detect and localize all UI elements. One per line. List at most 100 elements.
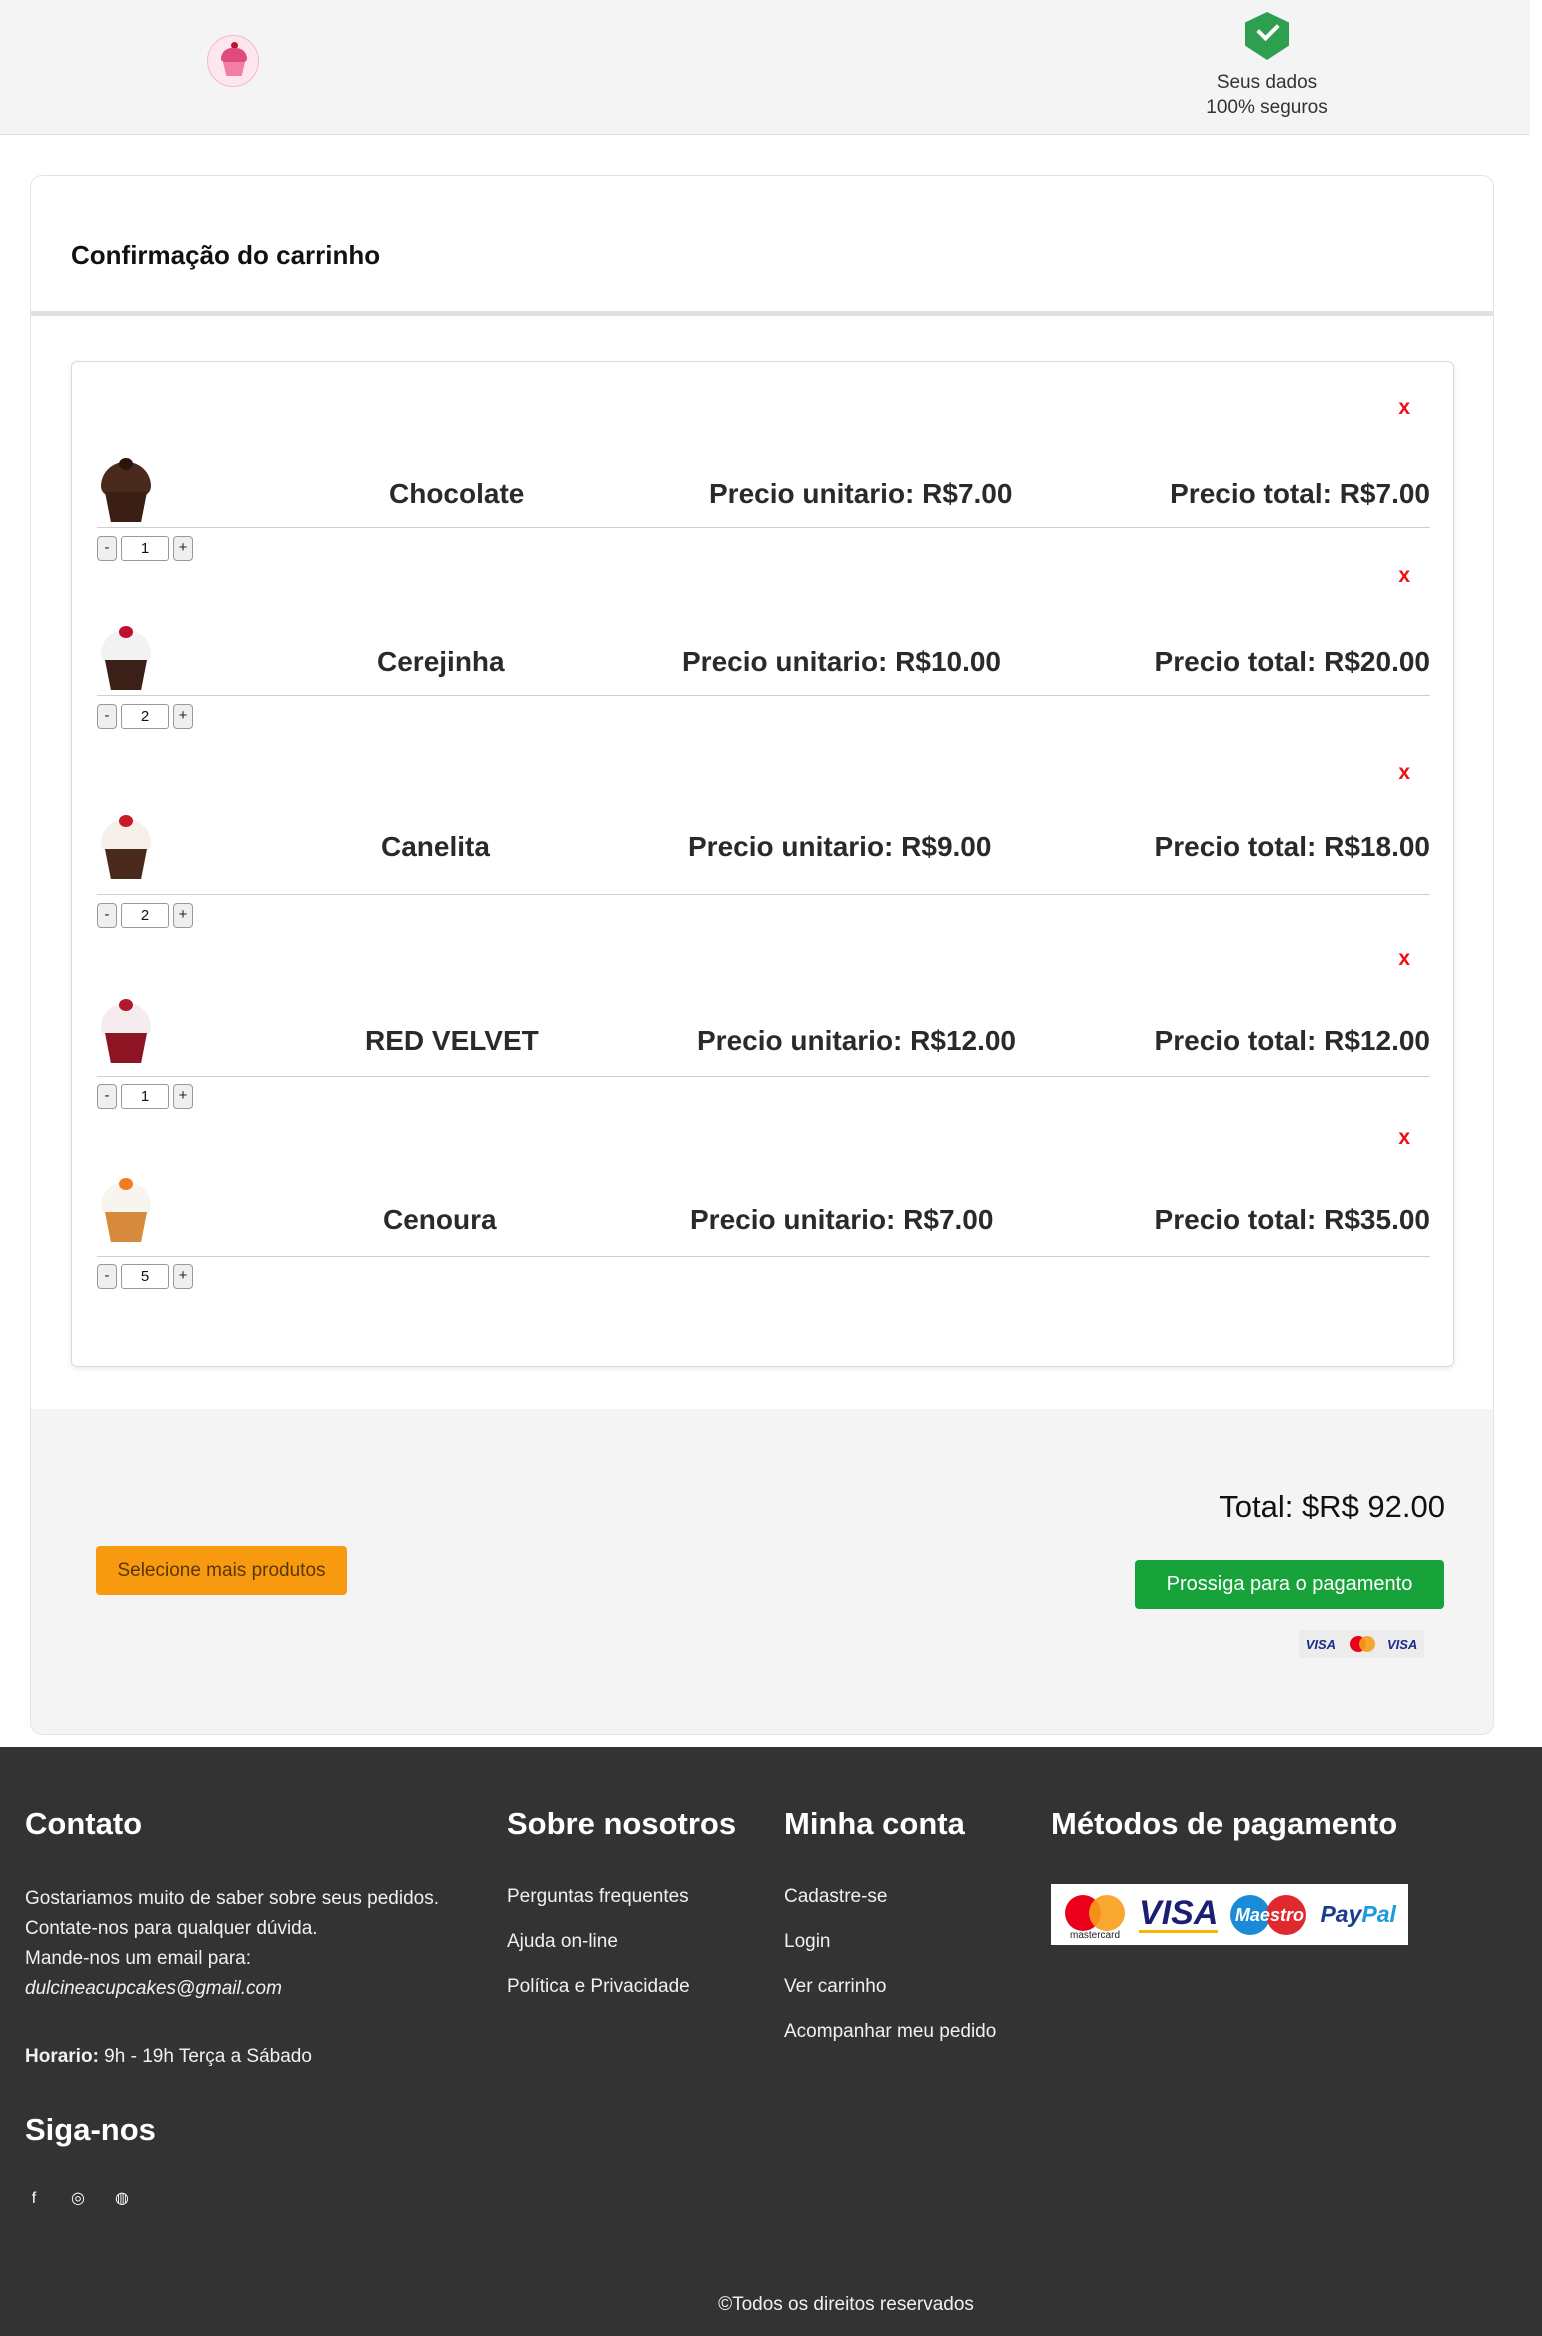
shield-check-icon bbox=[1245, 12, 1289, 60]
qty-increment-button[interactable]: + bbox=[173, 536, 193, 561]
thumb-topping bbox=[119, 458, 133, 470]
cart-items-list: x Chocolate Precio unitario: R$7.00 Prec… bbox=[71, 361, 1454, 1367]
footer-heading-follow: Siga-nos bbox=[25, 2112, 156, 2147]
cart-item: x Canelita Precio unitario: R$9.00 Preci… bbox=[97, 761, 1430, 928]
footer-heading-payments: Métodos de pagamento bbox=[1051, 1806, 1398, 1841]
qty-decrement-button[interactable]: - bbox=[97, 536, 117, 561]
qty-increment-button[interactable]: + bbox=[173, 1084, 193, 1109]
thumb-wrapper bbox=[105, 492, 147, 522]
thumb-topping bbox=[119, 999, 133, 1011]
footer-link-track-order[interactable]: Acompanhar meu pedido bbox=[784, 2019, 996, 2044]
remove-item-button[interactable]: x bbox=[1398, 564, 1410, 588]
qty-decrement-button[interactable]: - bbox=[97, 1264, 117, 1289]
cart-item: x Cenoura Precio unitario: R$7.00 Precio… bbox=[97, 1126, 1430, 1289]
cart-item: x RED VELVET Precio unitario: R$12.00 Pr… bbox=[97, 947, 1430, 1109]
site-header: Seus dados 100% seguros bbox=[0, 0, 1530, 135]
page-title: Confirmação do carrinho bbox=[71, 240, 381, 270]
thumb-topping bbox=[119, 1178, 133, 1190]
contact-email-link[interactable]: dulcineacupcakes@gmail.com bbox=[25, 1974, 495, 2004]
quantity-stepper: - 1 + bbox=[97, 1084, 193, 1109]
item-name: Chocolate bbox=[389, 478, 525, 509]
remove-item-button[interactable]: x bbox=[1398, 1126, 1410, 1150]
cart-grand-total: Total: $R$ 92.00 bbox=[1219, 1489, 1445, 1524]
item-total-price: Precio total: R$20.00 bbox=[1154, 646, 1430, 677]
footer-link-help[interactable]: Ajuda on-line bbox=[507, 1929, 736, 1954]
footer-heading-contact: Contato bbox=[25, 1806, 143, 1841]
footer-account: Minha conta Cadastre-se Login Ver carrin… bbox=[784, 1806, 996, 2064]
remove-item-button[interactable]: x bbox=[1398, 396, 1410, 420]
cart-card: Confirmação do carrinho x Chocolate Prec… bbox=[30, 175, 1494, 1735]
maestro-icon: Maestro bbox=[1230, 1893, 1308, 1937]
select-more-products-button[interactable]: Selecione mais produtos bbox=[96, 1546, 347, 1595]
qty-input[interactable]: 2 bbox=[121, 704, 169, 729]
footer-link-cart[interactable]: Ver carrinho bbox=[784, 1974, 996, 1999]
qty-increment-button[interactable]: + bbox=[173, 1264, 193, 1289]
cupcake-thumbnail bbox=[97, 626, 155, 694]
item-name: Canelita bbox=[381, 831, 490, 862]
visa-mini-icon: VISA bbox=[1386, 1636, 1418, 1652]
visa-icon: VISA bbox=[1139, 1894, 1219, 1933]
globe-icon[interactable]: ◍ bbox=[113, 2190, 131, 2208]
facebook-icon[interactable]: f bbox=[25, 2190, 43, 2208]
item-unit-price: Precio unitario: R$7.00 bbox=[690, 1204, 994, 1235]
instagram-icon[interactable]: ◎ bbox=[69, 2190, 87, 2208]
item-unit-price: Precio unitario: R$12.00 bbox=[697, 1025, 1017, 1056]
footer-link-faq[interactable]: Perguntas frequentes bbox=[507, 1884, 736, 1909]
item-name: RED VELVET bbox=[365, 1025, 539, 1056]
site-footer: Contato Gostariamos muito de saber sobre… bbox=[0, 1747, 1542, 2336]
footer-link-signup[interactable]: Cadastre-se bbox=[784, 1884, 996, 1909]
item-unit-price: Precio unitario: R$9.00 bbox=[688, 831, 992, 862]
accepted-cards: VISA VISA bbox=[1299, 1630, 1424, 1658]
footer-link-login[interactable]: Login bbox=[784, 1929, 996, 1954]
cart-item: x Chocolate Precio unitario: R$7.00 Prec… bbox=[97, 396, 1430, 561]
footer-contact: Contato Gostariamos muito de saber sobre… bbox=[25, 1806, 495, 2148]
remove-item-button[interactable]: x bbox=[1398, 761, 1410, 785]
qty-increment-button[interactable]: + bbox=[173, 903, 193, 928]
cart-item: x Cerejinha Precio unitario: R$10.00 Pre… bbox=[97, 564, 1430, 729]
item-total-price: Precio total: R$12.00 bbox=[1154, 1025, 1430, 1056]
thumb-topping bbox=[119, 815, 133, 827]
cupcake-thumbnail bbox=[97, 458, 155, 526]
proceed-to-payment-button[interactable]: Prossiga para o pagamento bbox=[1135, 1560, 1444, 1609]
thumb-wrapper bbox=[105, 849, 147, 879]
cupcake-thumbnail bbox=[97, 1178, 155, 1246]
paypal-icon: PayPal bbox=[1320, 1901, 1396, 1927]
footer-payments: Métodos de pagamento mastercard VISA Mae… bbox=[1051, 1806, 1408, 1945]
thumb-wrapper bbox=[105, 1033, 147, 1063]
payment-methods-image: mastercard VISA Maestro PayPal bbox=[1051, 1884, 1408, 1945]
qty-input[interactable]: 2 bbox=[121, 903, 169, 928]
cart-header: Confirmação do carrinho bbox=[31, 176, 1493, 316]
quantity-stepper: - 2 + bbox=[97, 704, 193, 729]
social-links: f ◎ ◍ bbox=[25, 2190, 131, 2208]
cart-item-row: x Cerejinha Precio unitario: R$10.00 Pre… bbox=[97, 564, 1430, 696]
secure-badge: Seus dados 100% seguros bbox=[1195, 12, 1339, 120]
footer-about: Sobre nosotros Perguntas frequentes Ajud… bbox=[507, 1806, 736, 2019]
brand-logo[interactable] bbox=[207, 35, 259, 87]
qty-input[interactable]: 5 bbox=[121, 1264, 169, 1289]
cart-item-row: x Cenoura Precio unitario: R$7.00 Precio… bbox=[97, 1126, 1430, 1257]
cart-item-row: x Chocolate Precio unitario: R$7.00 Prec… bbox=[97, 396, 1430, 528]
cupcake-thumbnail bbox=[97, 999, 155, 1067]
footer-heading-account: Minha conta bbox=[784, 1806, 965, 1841]
qty-decrement-button[interactable]: - bbox=[97, 903, 117, 928]
footer-heading-about: Sobre nosotros bbox=[507, 1806, 737, 1841]
logo-frosting bbox=[221, 48, 247, 62]
cart-item-row: x RED VELVET Precio unitario: R$12.00 Pr… bbox=[97, 947, 1430, 1077]
remove-item-button[interactable]: x bbox=[1398, 947, 1410, 971]
opening-hours: Horario: 9h - 19h Terça a Sábado bbox=[25, 2046, 312, 2067]
qty-decrement-button[interactable]: - bbox=[97, 1084, 117, 1109]
thumb-wrapper bbox=[105, 1212, 147, 1242]
contact-text: Gostariamos muito de saber sobre seus pe… bbox=[25, 1884, 495, 2004]
cupcake-thumbnail bbox=[97, 815, 155, 883]
qty-input[interactable]: 1 bbox=[121, 536, 169, 561]
qty-input[interactable]: 1 bbox=[121, 1084, 169, 1109]
item-total-price: Precio total: R$18.00 bbox=[1154, 831, 1430, 862]
thumb-wrapper bbox=[105, 660, 147, 690]
qty-decrement-button[interactable]: - bbox=[97, 704, 117, 729]
qty-increment-button[interactable]: + bbox=[173, 704, 193, 729]
quantity-stepper: - 1 + bbox=[97, 536, 193, 561]
secure-text: Seus dados 100% seguros bbox=[1206, 72, 1328, 118]
visa-mini-icon: VISA bbox=[1305, 1636, 1337, 1652]
footer-link-privacy[interactable]: Política e Privacidade bbox=[507, 1974, 736, 1999]
item-name: Cerejinha bbox=[377, 646, 505, 677]
